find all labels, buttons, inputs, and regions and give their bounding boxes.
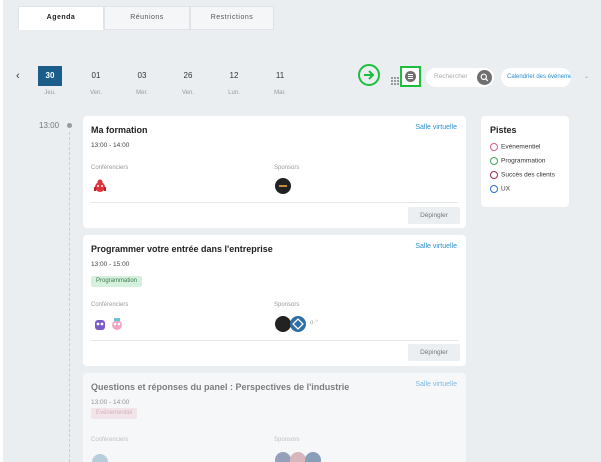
- day-number: 26: [183, 71, 193, 80]
- more-sponsors-indicator: o·°: [310, 320, 318, 326]
- sponsor-logo[interactable]: [305, 452, 321, 462]
- tab-bar: Agenda Réunions Restrictions: [18, 6, 274, 30]
- speakers-label: Conférenciers: [91, 165, 129, 171]
- radio-circle-icon[interactable]: [490, 157, 498, 165]
- search-icon[interactable]: [477, 70, 492, 85]
- day-weekday: Mer.: [136, 90, 148, 96]
- day-weekday: Lun.: [228, 90, 240, 96]
- speakers-label: Conférenciers: [91, 302, 129, 308]
- app-frame: Agenda Réunions Restrictions ‹ 30 Jeu. 0…: [3, 0, 601, 462]
- speakers-label: Conférenciers: [91, 437, 129, 443]
- speaker-avatar[interactable]: [92, 454, 108, 462]
- day-11[interactable]: 11 Mar.: [268, 66, 292, 96]
- unpin-button[interactable]: Dépingler: [408, 344, 460, 361]
- timeline-line: [69, 132, 70, 462]
- grid-view-icon[interactable]: [391, 72, 399, 85]
- speaker-avatar[interactable]: [92, 316, 108, 332]
- day-weekday: Jeu.: [44, 90, 56, 96]
- timeline-time: 13:00: [39, 121, 60, 130]
- day-number: 03: [137, 71, 147, 80]
- session-card[interactable]: Programmer votre entrée dans l'entrepris…: [83, 235, 466, 366]
- day-number: 01: [91, 71, 101, 80]
- sponsor-logo[interactable]: [275, 316, 291, 332]
- track-label: UX: [501, 185, 511, 193]
- tab-agenda[interactable]: Agenda: [18, 6, 104, 30]
- day-weekday: Ven.: [89, 90, 102, 96]
- card-divider: [91, 202, 458, 203]
- sponsor-logo[interactable]: [275, 178, 291, 194]
- session-room-link[interactable]: Salle virtuelle: [415, 124, 457, 131]
- session-hours: 13:00 - 14:00: [91, 399, 130, 406]
- day-number: 30: [38, 66, 62, 86]
- session-room-link[interactable]: Salle virtuelle: [415, 243, 457, 250]
- unpin-button[interactable]: Dépingler: [408, 207, 460, 224]
- session-card[interactable]: Questions et réponses du panel : Perspec…: [83, 373, 466, 462]
- day-12[interactable]: 12 Lun.: [222, 66, 246, 96]
- track-filter-programmation[interactable]: Programmation: [490, 157, 545, 165]
- track-tag: Programmation: [91, 276, 143, 287]
- card-divider: [91, 340, 458, 341]
- tab-restrictions[interactable]: Restrictions: [190, 6, 274, 30]
- session-title[interactable]: Questions et réponses du panel : Perspec…: [91, 382, 349, 392]
- radio-circle-icon[interactable]: [490, 143, 498, 151]
- track-tag: Evénementiel: [91, 408, 138, 419]
- track-label: Programmation: [501, 157, 546, 165]
- timeline-dot: [67, 123, 72, 128]
- day-01[interactable]: 01 Ven.: [84, 66, 108, 96]
- sponsor-logo[interactable]: [290, 452, 306, 462]
- tracks-title: Pistes: [490, 125, 517, 135]
- event-calendar-dropdown[interactable]: Calendrier des événements: [501, 68, 571, 87]
- day-26[interactable]: 26 Ven.: [176, 66, 200, 96]
- radio-circle-icon[interactable]: [490, 171, 498, 179]
- day-30[interactable]: 30 Jeu.: [38, 66, 62, 96]
- sponsors-label: Sponsors: [274, 165, 300, 171]
- track-filter-ux[interactable]: UX: [490, 185, 510, 193]
- day-weekday: Ven.: [181, 90, 194, 96]
- track-filter-evenementiel[interactable]: Evénementiel: [490, 143, 540, 151]
- sponsors-label: Sponsors: [274, 437, 300, 443]
- track-label: Evénementiel: [501, 143, 541, 151]
- day-weekday: Mar.: [274, 90, 286, 96]
- chevron-down-icon[interactable]: ⌄: [584, 73, 589, 80]
- speaker-avatar[interactable]: [109, 316, 125, 332]
- session-title[interactable]: Programmer votre entrée dans l'entrepris…: [91, 244, 273, 254]
- arrow-right-annotation-icon: [358, 64, 380, 86]
- radio-circle-icon[interactable]: [490, 185, 498, 193]
- sponsor-logo[interactable]: [275, 452, 291, 462]
- day-number: 11: [275, 71, 285, 80]
- tab-reunions[interactable]: Réunions: [104, 6, 190, 30]
- session-title[interactable]: Ma formation: [91, 125, 148, 135]
- session-card[interactable]: Ma formation Salle virtuelle 13:00 - 14:…: [83, 116, 466, 228]
- session-hours: 13:00 - 15:00: [91, 261, 130, 268]
- day-03[interactable]: 03 Mer.: [130, 66, 154, 96]
- list-view-icon: [405, 71, 416, 82]
- previous-dates-button[interactable]: ‹: [16, 70, 20, 82]
- session-room-link[interactable]: Salle virtuelle: [415, 381, 457, 388]
- search-field[interactable]: Rechercher: [426, 68, 494, 87]
- track-label: Succès des clients: [501, 171, 555, 179]
- sponsor-logo[interactable]: [290, 316, 306, 332]
- tracks-panel: Pistes Evénementiel Programmation Succès…: [481, 116, 569, 207]
- day-number: 12: [229, 71, 239, 80]
- search-placeholder: Rechercher: [434, 73, 468, 80]
- session-hours: 13:00 - 14:00: [91, 142, 130, 149]
- track-filter-succes-clients[interactable]: Succès des clients: [490, 171, 555, 179]
- speaker-avatar[interactable]: [92, 178, 108, 194]
- sponsors-label: Sponsors: [274, 302, 300, 308]
- list-view-button[interactable]: [400, 66, 421, 87]
